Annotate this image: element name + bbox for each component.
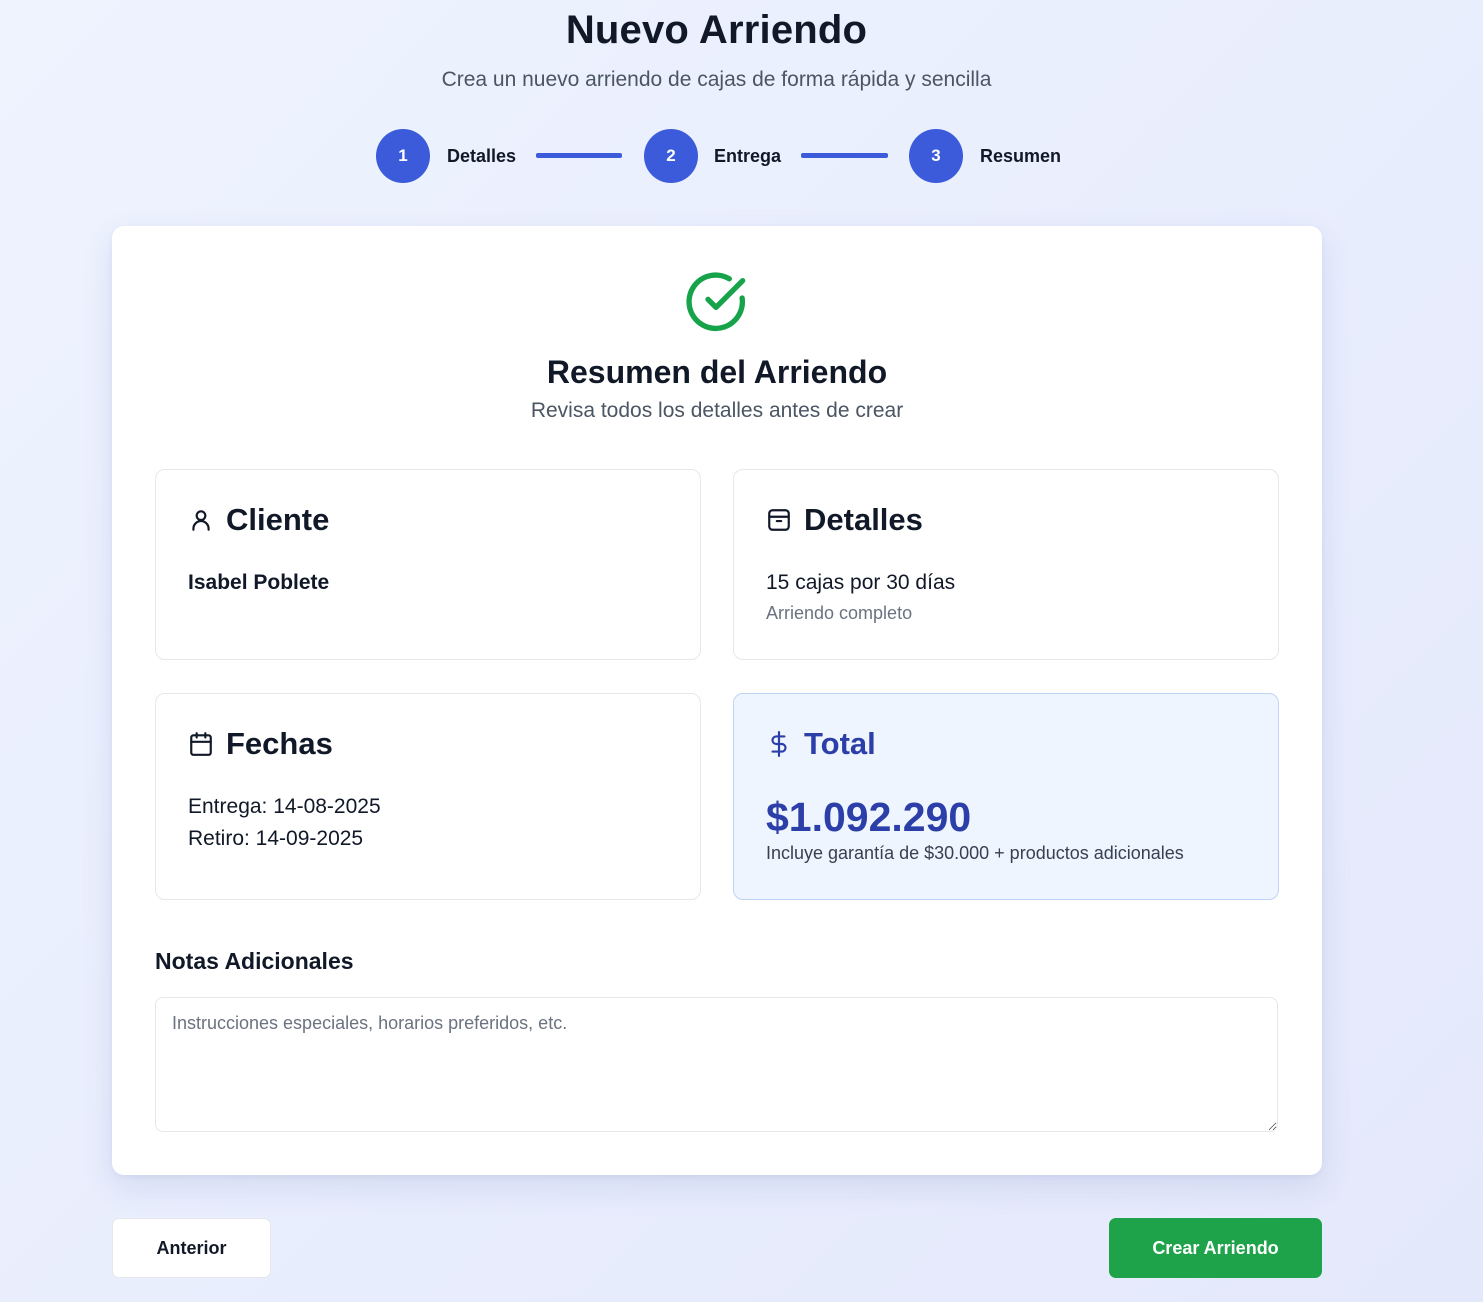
page-subtitle: Crea un nuevo arriendo de cajas de forma…	[441, 68, 992, 91]
fecha-retiro: Retiro: 14-09-2025	[188, 827, 364, 850]
user-icon	[192, 510, 210, 531]
detalles-header: Detalles	[766, 502, 923, 538]
previous-button[interactable]: Anterior	[112, 1218, 271, 1278]
step-1-circle[interactable]: 1	[376, 129, 430, 183]
check-circle-icon	[686, 272, 746, 332]
dollar-icon	[771, 731, 787, 757]
step-1-label: Detalles	[447, 146, 517, 166]
client-name: Isabel Poblete	[188, 571, 330, 594]
fechas-header: Fechas	[188, 726, 333, 762]
total-header: Total	[766, 726, 876, 762]
step-connector-1	[536, 153, 622, 158]
total-note: Incluye garantía de $30.000 + productos …	[766, 843, 1184, 863]
notes-textarea[interactable]	[155, 997, 1278, 1132]
step-2-label: Entrega	[714, 146, 782, 166]
cliente-header: Cliente	[188, 502, 329, 538]
step-3-label: Resumen	[980, 146, 1062, 166]
fechas-title: Fechas	[226, 726, 333, 761]
summary-subtitle: Revisa todos los detalles antes de crear	[530, 399, 904, 422]
detalles-box: Detalles 15 cajas por 30 días Arriendo c…	[733, 469, 1279, 660]
detalles-sub: Arriendo completo	[766, 603, 913, 623]
step-3-circle[interactable]: 3	[909, 129, 963, 183]
total-amount: $1.092.290	[766, 794, 972, 840]
total-title: Total	[804, 726, 876, 761]
cliente-title: Cliente	[226, 502, 330, 537]
calendar-icon	[190, 732, 212, 756]
create-rental-button[interactable]: Crear Arriendo	[1109, 1218, 1322, 1278]
step-connector-2	[801, 153, 888, 158]
step-2-circle[interactable]: 2	[644, 129, 698, 183]
summary-title: Resumen del Arriendo	[546, 354, 888, 390]
page-title: Nuevo Arriendo	[565, 8, 868, 52]
cliente-box: Cliente Isabel Poblete	[155, 469, 701, 660]
total-box: Total $1.092.290 Incluye garantía de $30…	[733, 693, 1279, 900]
detalles-main: 15 cajas por 30 días	[766, 571, 956, 594]
fecha-entrega: Entrega: 14-08-2025	[188, 795, 381, 818]
fechas-box: Fechas Entrega: 14-08-2025 Retiro: 14-09…	[155, 693, 701, 900]
detalles-title: Detalles	[804, 502, 923, 537]
summary-card: Resumen del Arriendo Revisa todos los de…	[112, 226, 1322, 1175]
stepper: 1 Detalles 2 Entrega 3 Resumen	[376, 129, 1076, 183]
notes-label: Notas Adicionales	[155, 948, 354, 974]
box-icon	[768, 509, 790, 531]
